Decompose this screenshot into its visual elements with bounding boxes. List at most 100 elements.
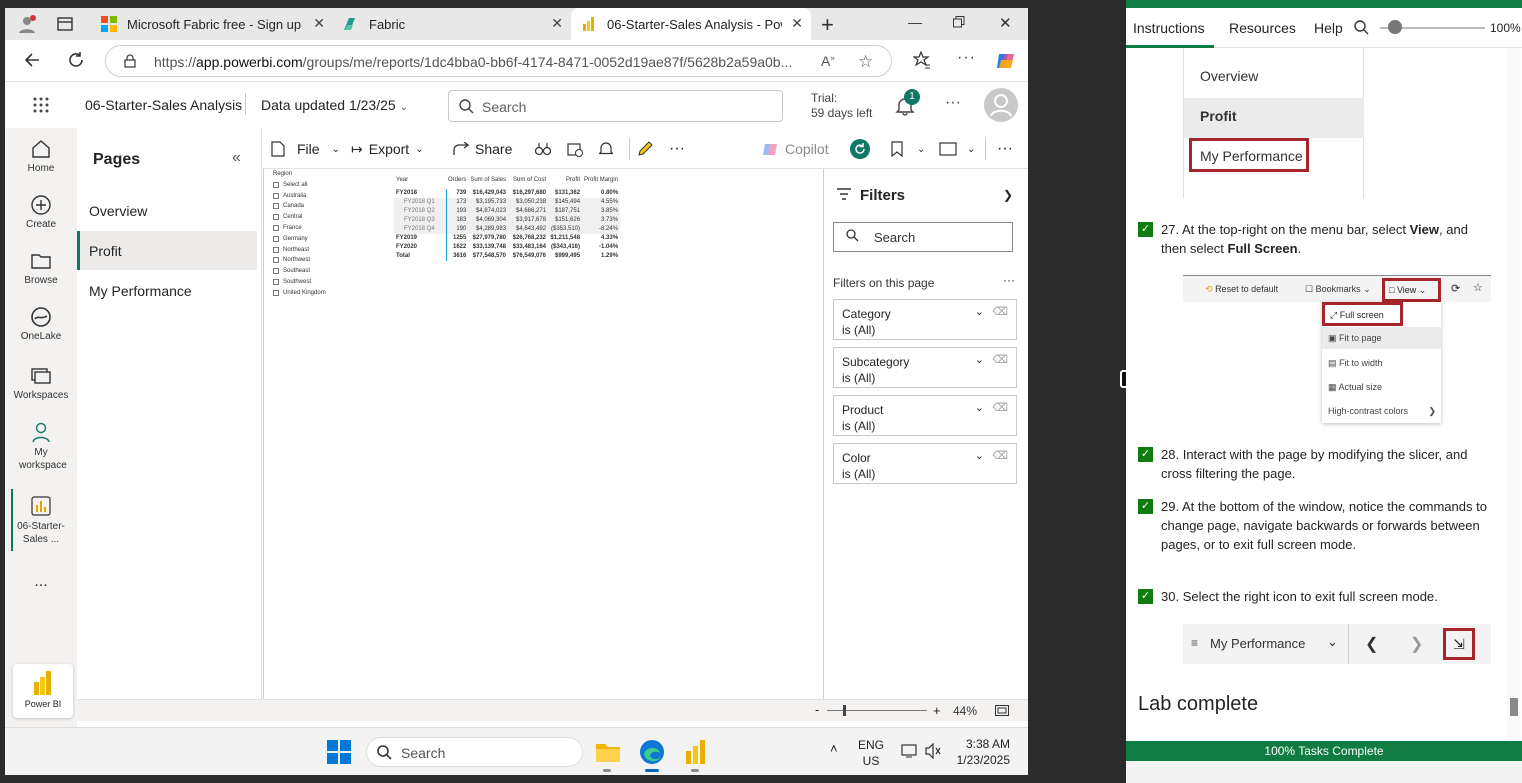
slicer-item[interactable]: Central	[273, 214, 326, 221]
browser-menu-icon[interactable]: ···	[957, 49, 976, 67]
edge-browser-icon[interactable]	[639, 739, 665, 765]
scrollbar[interactable]	[1507, 48, 1521, 738]
checkbox[interactable]	[273, 224, 279, 231]
table-row[interactable]: FY2020 1622 $33,139,748 $33,483,164 ($343,41…	[394, 243, 620, 252]
zoom-search-icon[interactable]	[1354, 20, 1369, 35]
nav-workspaces[interactable]: Workspaces	[5, 365, 77, 401]
filter-card[interactable]: Color is (All) ⌄ ⌫	[833, 443, 1017, 484]
page-my-performance[interactable]: My Performance	[77, 271, 257, 310]
table-row[interactable]: FY2018 739 $16,429,043 $16,297,680 $131,362 0…	[394, 189, 620, 198]
step-29-checkbox[interactable]: ✓	[1138, 499, 1153, 514]
refresh-icon[interactable]	[67, 51, 85, 69]
bookmark-icon[interactable]: ⌄	[891, 129, 925, 169]
edit-pencil-icon[interactable]	[637, 129, 653, 169]
toolbar-more-icon[interactable]: ···	[669, 129, 685, 169]
more-options-icon[interactable]: ···	[945, 94, 961, 112]
chevron-up-icon[interactable]: ˄	[830, 741, 838, 756]
volume-muted-icon[interactable]	[925, 743, 941, 759]
filter-card[interactable]: Category is (All) ⌄ ⌫	[833, 299, 1017, 340]
slicer-item[interactable]: Northwest	[273, 257, 326, 264]
copilot-button[interactable]: Copilot	[763, 129, 829, 169]
alert-bell-icon[interactable]	[599, 129, 613, 169]
nav-browse[interactable]: Browse	[5, 250, 77, 286]
tab-fabric-signup[interactable]: Microsoft Fabric free - Sign up ✕	[93, 8, 333, 40]
column-header[interactable]: Sum of Cost	[508, 177, 548, 189]
slicer-item[interactable]: France	[273, 224, 326, 231]
report-name[interactable]: 06-Starter-Sales Analysis	[85, 97, 242, 113]
checkbox[interactable]	[273, 181, 279, 188]
app-launcher-icon[interactable]	[33, 97, 49, 113]
restore-button[interactable]	[953, 16, 965, 28]
eraser-icon[interactable]: ⌫	[992, 304, 1008, 320]
column-header[interactable]: Profit Margin	[582, 177, 620, 189]
profile-icon[interactable]	[17, 14, 37, 34]
table-row[interactable]: FY2018 Q2 193 $4,874,023 $4,686,271 $187,751…	[394, 207, 621, 216]
tab-actions-icon[interactable]	[57, 16, 73, 32]
page-overview[interactable]: Overview	[77, 191, 257, 230]
filters-search-input[interactable]: Search	[833, 222, 1013, 252]
chevron-down-icon[interactable]: ⌄	[975, 304, 984, 320]
checkbox[interactable]	[273, 278, 279, 285]
view-icon[interactable]: ⌄	[939, 129, 975, 169]
column-header[interactable]: Sum of Sales	[468, 177, 508, 189]
nav-home[interactable]: Home	[5, 138, 77, 174]
step-27-checkbox[interactable]: ✓	[1138, 222, 1153, 237]
tab-resources[interactable]: Resources	[1229, 20, 1296, 36]
filters-more-icon[interactable]: ···	[1003, 273, 1015, 287]
table-row[interactable]: Total 3616 $77,548,570 $76,549,076 $999,495 1…	[394, 252, 620, 261]
region-slicer[interactable]: Region Select all Australia Canada Central F…	[273, 171, 326, 296]
page-profit[interactable]: Profit	[77, 231, 257, 270]
zoom-slider-thumb[interactable]	[1388, 20, 1402, 34]
new-tab-button[interactable]: +	[821, 12, 834, 38]
collapse-pages-icon[interactable]: «	[232, 149, 241, 167]
tab-fabric[interactable]: Fabric ✕	[335, 8, 571, 40]
binoculars-icon[interactable]	[535, 129, 551, 169]
clock[interactable]: 3:38 AM 1/23/2025	[952, 736, 1010, 768]
language-indicator[interactable]: ENG US	[858, 737, 884, 769]
checkbox[interactable]	[273, 268, 279, 275]
chevron-down-icon[interactable]: ⌄	[975, 448, 984, 464]
zoom-slider[interactable]	[827, 710, 927, 711]
minimize-button[interactable]: —	[908, 14, 922, 30]
column-header[interactable]: Year	[394, 177, 446, 189]
powerbi-app-icon[interactable]	[685, 739, 707, 765]
trial-info[interactable]: Trial: 59 days left	[811, 91, 872, 121]
slicer-item[interactable]: Canada	[273, 203, 326, 210]
slicer-item[interactable]: Select all	[273, 181, 326, 188]
step-30-checkbox[interactable]: ✓	[1138, 589, 1153, 604]
powerbi-switcher[interactable]: Power BI	[13, 664, 73, 718]
reset-icon[interactable]	[849, 129, 871, 169]
share-button[interactable]: Share	[453, 129, 512, 169]
nav-create[interactable]: Create	[5, 194, 77, 230]
table-row[interactable]: FY2018 Q1 173 $3,195,733 $3,050,238 $145,494…	[394, 198, 621, 207]
zoom-slider-thumb[interactable]	[843, 705, 846, 716]
close-tab-icon[interactable]: ✕	[551, 15, 563, 32]
checkbox[interactable]	[273, 203, 279, 210]
eraser-icon[interactable]: ⌫	[992, 448, 1008, 464]
slicer-item[interactable]: Germany	[273, 235, 326, 242]
eraser-icon[interactable]: ⌫	[992, 352, 1008, 368]
slicer-item[interactable]: Australia	[273, 192, 326, 199]
tab-help[interactable]: Help	[1314, 20, 1343, 36]
network-icon[interactable]	[901, 744, 917, 758]
nav-onelake[interactable]: OneLake	[5, 306, 77, 342]
table-row[interactable]: FY2018 Q3 183 $4,069,304 $3,917,678 $151,626…	[394, 216, 621, 225]
toolbar-overflow-icon[interactable]: ···	[997, 129, 1013, 169]
url-input[interactable]: https://app.powerbi.com/groups/me/report…	[105, 45, 892, 77]
checkbox[interactable]	[273, 192, 279, 199]
filter-card[interactable]: Product is (All) ⌄ ⌫	[833, 395, 1017, 436]
checkbox[interactable]	[273, 289, 279, 296]
taskbar-search[interactable]: Search	[366, 737, 583, 767]
nav-my-workspace[interactable]: My workspace	[5, 421, 77, 472]
step-28-checkbox[interactable]: ✓	[1138, 447, 1153, 462]
search-input[interactable]: Search	[448, 90, 783, 122]
chevron-down-icon[interactable]: ⌄	[975, 352, 984, 368]
favorite-star-icon[interactable]: ☆	[858, 52, 873, 72]
file-menu[interactable]: File ⌄	[271, 129, 340, 169]
close-tab-icon[interactable]: ✕	[791, 15, 803, 32]
favorites-icon[interactable]	[913, 51, 931, 69]
close-window-button[interactable]: ✕	[999, 14, 1012, 32]
fit-page-icon[interactable]	[995, 705, 1009, 716]
checkbox[interactable]	[273, 257, 279, 264]
eraser-icon[interactable]: ⌫	[992, 400, 1008, 416]
